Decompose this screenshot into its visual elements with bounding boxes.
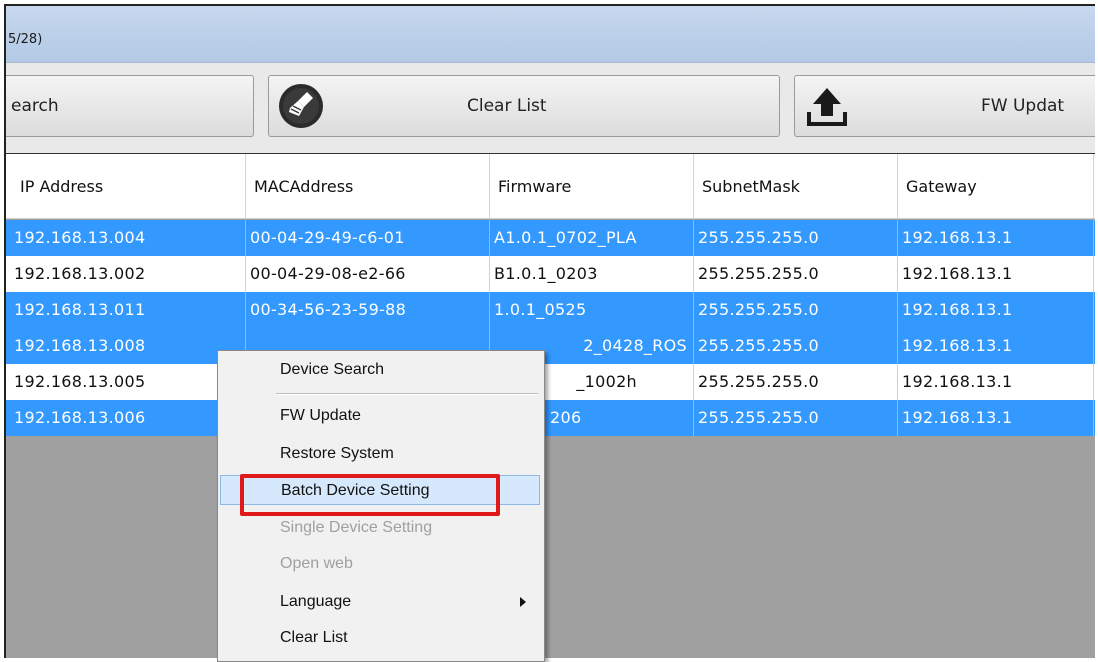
- cell-gateway: 192.168.13.1: [898, 256, 1094, 292]
- menu-item-clear-list[interactable]: Clear List: [220, 623, 540, 653]
- broom-icon: [277, 82, 325, 130]
- table-header: IP Address MACAddress Firmware SubnetMas…: [6, 154, 1095, 219]
- cell-mac: 00-04-29-08-e2-66: [246, 256, 490, 292]
- cell-firmware: 1.0.1_0525: [490, 292, 694, 328]
- highlight-annotation-box: [240, 474, 500, 516]
- cell-subnet: 255.255.255.0: [694, 400, 898, 436]
- fw-update-button[interactable]: FW Updat: [794, 75, 1095, 137]
- cell-gateway: 192.168.13.1: [898, 364, 1094, 400]
- cell-subnet: 255.255.255.0: [694, 328, 898, 364]
- window-title: 5/28): [8, 32, 43, 47]
- cell-ip: 192.168.13.005: [6, 364, 246, 400]
- menu-item-single-device-setting: Single Device Setting: [280, 519, 433, 536]
- menu-item-language-label: Language: [280, 593, 352, 610]
- col-ip-address[interactable]: IP Address: [6, 154, 246, 218]
- cell-firmware: B1.0.1_0203: [490, 256, 694, 292]
- upload-icon: [803, 82, 851, 130]
- device-search-button[interactable]: earch: [6, 75, 254, 137]
- cell-subnet: 255.255.255.0: [694, 292, 898, 328]
- clear-list-button[interactable]: Clear List: [268, 75, 780, 137]
- cell-ip: 192.168.13.004: [6, 220, 246, 256]
- clear-list-label: Clear List: [467, 96, 547, 116]
- cell-gateway: 192.168.13.1: [898, 292, 1094, 328]
- col-firmware[interactable]: Firmware: [490, 154, 694, 218]
- col-gateway[interactable]: Gateway: [898, 154, 1094, 218]
- menu-item-fw-update[interactable]: FW Update: [220, 401, 540, 431]
- menu-item-device-search[interactable]: Device Search: [220, 355, 540, 385]
- cell-subnet: 255.255.255.0: [694, 364, 898, 400]
- col-mac-address[interactable]: MACAddress: [246, 154, 490, 218]
- cell-ip: 192.168.13.008: [6, 328, 246, 364]
- menu-item-language[interactable]: Language: [220, 587, 540, 617]
- submenu-arrow-icon: [520, 597, 526, 607]
- table-row[interactable]: 192.168.13.004 00-04-29-49-c6-01 A1.0.1_…: [6, 220, 1095, 256]
- cell-ip: 192.168.13.011: [6, 292, 246, 328]
- table-row[interactable]: 192.168.13.005 _1002h 255.255.255.0 192.…: [6, 364, 1095, 400]
- cell-firmware: A1.0.1_0702_PLA: [490, 220, 694, 256]
- fw-update-label: FW Updat: [981, 96, 1065, 116]
- cell-subnet: 255.255.255.0: [694, 220, 898, 256]
- table-row[interactable]: 192.168.13.002 00-04-29-08-e2-66 B1.0.1_…: [6, 256, 1095, 292]
- cell-ip: 192.168.13.006: [6, 400, 246, 436]
- menu-item-open-web: Open web: [280, 555, 353, 572]
- table-row[interactable]: 192.168.13.011 00-34-56-23-59-88 1.0.1_0…: [6, 292, 1095, 328]
- device-table: IP Address MACAddress Firmware SubnetMas…: [6, 154, 1095, 658]
- device-search-label: earch: [11, 96, 59, 116]
- table-row[interactable]: 192.168.13.006 206 255.255.255.0 192.168…: [6, 400, 1095, 436]
- table-row[interactable]: 192.168.13.008 2_0428_ROS 255.255.255.0 …: [6, 328, 1095, 364]
- cell-subnet: 255.255.255.0: [694, 256, 898, 292]
- cell-gateway: 192.168.13.1: [898, 328, 1094, 364]
- cell-mac: 00-04-29-49-c6-01: [246, 220, 490, 256]
- menu-item-restore-system[interactable]: Restore System: [220, 439, 540, 469]
- toolbar: earch Clear List FW Updat: [6, 62, 1095, 155]
- cell-gateway: 192.168.13.1: [898, 400, 1094, 436]
- cell-gateway: 192.168.13.1: [898, 220, 1094, 256]
- menu-separator: [276, 393, 538, 395]
- cell-mac: 00-34-56-23-59-88: [246, 292, 490, 328]
- col-subnet-mask[interactable]: SubnetMask: [694, 154, 898, 218]
- app-window: 5/28) earch Clear List FW Updat IP Addre…: [4, 4, 1095, 658]
- title-bar: 5/28): [6, 6, 1095, 62]
- cell-ip: 192.168.13.002: [6, 256, 246, 292]
